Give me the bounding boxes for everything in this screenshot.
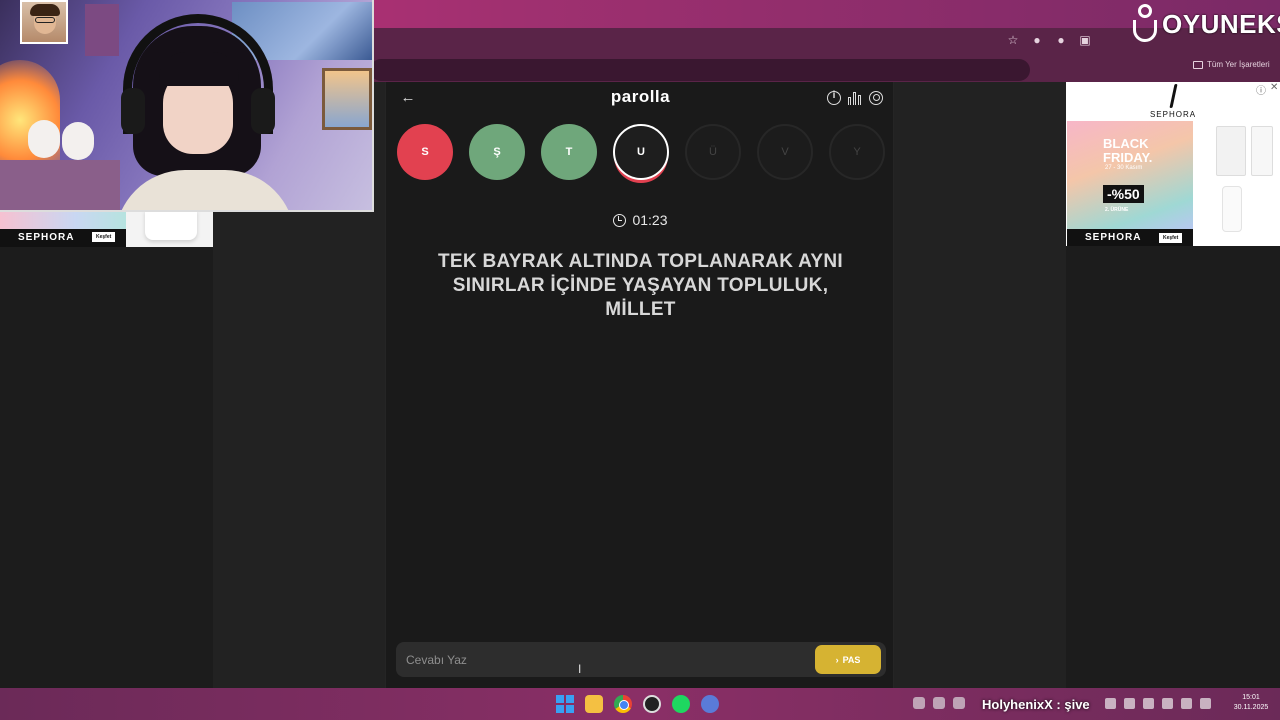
glasses — [35, 17, 55, 23]
address-bar[interactable] — [370, 59, 1030, 81]
letter-circle: Ü — [685, 124, 741, 180]
timer-value: 01:23 — [632, 212, 668, 228]
headphone-ear — [121, 88, 145, 134]
bed — [0, 160, 120, 210]
question-text: TEK BAYRAK ALTINDA TOPLANARAK AYNI SINIR… — [438, 251, 843, 320]
right-rail — [894, 82, 1066, 688]
ad-dates: 27 - 30 Kasım — [1105, 165, 1143, 171]
text-cursor-icon: I — [578, 662, 582, 676]
tray-icon[interactable] — [1105, 698, 1116, 709]
pass-button-label: PAS — [842, 654, 861, 665]
letter-track: S Ş T U Ü V Y — [396, 124, 886, 188]
teddy-bear — [28, 120, 60, 158]
chrome-icon[interactable] — [614, 695, 632, 713]
extension-icon[interactable]: ● — [1054, 33, 1068, 47]
letter-circle: Y — [829, 124, 885, 180]
answer-bar: I › PAS — [396, 642, 886, 677]
shirt — [115, 170, 295, 210]
ad-left-brand: SEPHORA — [18, 232, 75, 243]
bookmarks-folder-label: Tüm Yer İşaretleri — [1207, 60, 1270, 69]
ad-info-icon[interactable]: ⓘ — [1256, 82, 1266, 97]
game-header: ← parolla — [386, 82, 895, 116]
network-icon[interactable] — [1181, 698, 1192, 709]
bookmark-star-icon[interactable]: ☆ — [1006, 33, 1020, 47]
teddy-bear — [62, 122, 94, 160]
app-icon[interactable] — [701, 695, 719, 713]
ad-discount: -%50 — [1103, 185, 1144, 203]
chevron-right-icon: › — [835, 654, 839, 665]
screen: ☆ ● ● ▣ Tüm Yer İşaretleri ← parolla S Ş… — [0, 0, 1280, 720]
clock-time: 15:01 — [1242, 694, 1260, 701]
tray-icon[interactable] — [1124, 698, 1135, 709]
obs-icon[interactable] — [643, 695, 661, 713]
letter-circle-current: U — [613, 124, 669, 180]
wall-poster — [85, 4, 119, 56]
letter-circle: T — [541, 124, 597, 180]
speaker-icon[interactable] — [1200, 698, 1211, 709]
pass-button[interactable]: › PAS — [815, 645, 881, 674]
product-image — [1222, 186, 1242, 232]
secondary-webcam — [20, 0, 68, 44]
letter-circle: Ş — [469, 124, 525, 180]
bookmarks-folder[interactable]: Tüm Yer İşaretleri — [1193, 60, 1270, 69]
info-icon[interactable] — [827, 90, 841, 105]
ad-left[interactable]: SEPHORA Keşfet — [0, 210, 213, 247]
ad-right-cta[interactable]: Keşfet — [1159, 233, 1183, 243]
answer-input[interactable] — [406, 642, 806, 677]
browser-toolbar-icons: ☆ ● ● ▣ — [1006, 33, 1092, 47]
product-image — [1216, 126, 1246, 176]
sephora-logo-icon — [1169, 84, 1178, 108]
system-tray-right — [1105, 698, 1211, 709]
profile-icon[interactable] — [869, 91, 883, 105]
clock-date: 30.11.2025 — [1233, 704, 1269, 711]
ad-left-cta[interactable]: Keşfet — [92, 232, 116, 242]
wall-painting — [322, 68, 372, 130]
ad-headline: BLACK FRIDAY. — [1103, 136, 1153, 165]
timer: 01:23 — [386, 212, 895, 228]
oyuneks-logo-icon — [1130, 4, 1160, 44]
oyuneks-watermark: OYUNEKS — [1130, 4, 1280, 44]
taskbar-apps — [556, 695, 719, 713]
system-clock[interactable]: 15:01 30.11.2025 — [1226, 693, 1276, 713]
microphone-icon[interactable] — [1162, 698, 1173, 709]
clock-icon — [613, 213, 627, 227]
oyuneks-wordmark: OYUNEKS — [1162, 8, 1280, 39]
ad-right-brand: SEPHORA — [1085, 232, 1142, 243]
system-tray — [913, 697, 965, 709]
folder-icon — [1193, 60, 1203, 69]
tray-icon[interactable] — [1143, 698, 1154, 709]
windows-start-icon[interactable] — [556, 695, 574, 713]
webcam-overlay — [0, 0, 374, 212]
game-title: parolla — [610, 87, 671, 106]
hair — [30, 4, 60, 16]
tray-icon[interactable] — [953, 697, 965, 709]
headphone-ear — [251, 88, 275, 134]
ad-right[interactable]: SEPHORA BLACK FRIDAY. 27 - 30 Kasım -%50… — [1066, 82, 1280, 246]
tray-icon[interactable] — [933, 697, 945, 709]
ad-right-promo: BLACK FRIDAY. 27 - 30 Kasım -%50 2. ÜRÜN… — [1067, 121, 1193, 229]
product-image — [1251, 126, 1273, 176]
spotify-icon[interactable] — [672, 695, 690, 713]
file-explorer-icon[interactable] — [585, 695, 603, 713]
letter-circle: V — [757, 124, 813, 180]
letter-circle: S — [397, 124, 453, 180]
ad-controls: ⓘ ✕ — [1256, 82, 1278, 97]
ad-right-bar: SEPHORA Keşfet — [1067, 229, 1193, 246]
teddy-bears — [22, 110, 102, 165]
ad-right-logo: SEPHORA — [1149, 110, 1197, 119]
stats-icon[interactable] — [848, 91, 862, 105]
tray-icon[interactable] — [913, 697, 925, 709]
extension-icon[interactable]: ● — [1030, 33, 1044, 47]
puzzle-icon[interactable]: ▣ — [1078, 33, 1092, 47]
header-actions — [827, 90, 883, 105]
product-image — [145, 210, 197, 240]
game-panel: ← parolla S Ş T U Ü V Y 01:23 TEK BAYRAK… — [385, 82, 894, 688]
chat-overlay-message: HolyhenixX : şive — [982, 697, 1090, 712]
ad-close-icon[interactable]: ✕ — [1270, 82, 1278, 97]
ad-discount-note: 2. ÜRÜNE — [1105, 207, 1129, 213]
streamer — [115, 14, 295, 210]
